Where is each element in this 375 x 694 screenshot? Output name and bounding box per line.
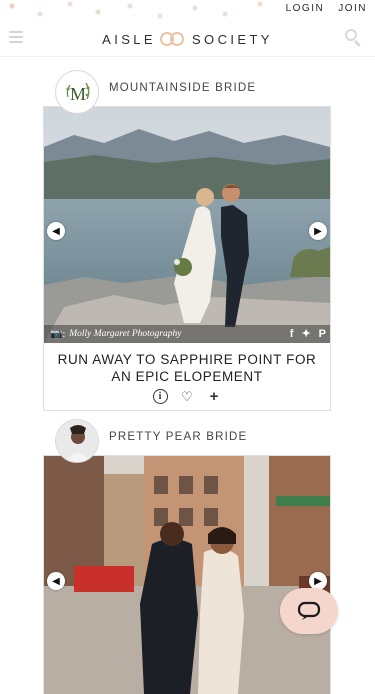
join-link[interactable]: JOIN: [338, 3, 367, 14]
login-link[interactable]: LOGIN: [286, 3, 325, 14]
vendor-name[interactable]: PRETTY PEAR BRIDE: [109, 431, 247, 443]
info-icon[interactable]: i: [152, 389, 168, 404]
rings-icon: [158, 32, 188, 46]
carousel-prev-button[interactable]: ◀: [47, 222, 65, 240]
photographer-credit[interactable]: Molly Margaret Photography: [69, 329, 181, 339]
logo-word-left: AISLE: [102, 31, 156, 47]
avatar-initials: M: [70, 84, 86, 104]
post-title[interactable]: RUN AWAY TO SAPPHIRE POINT FOR AN EPIC E…: [44, 343, 330, 385]
hamburger-icon[interactable]: [9, 31, 23, 43]
post-photo[interactable]: ◀ ▶ 📷: Molly Margaret Photography f ✦ P: [44, 107, 330, 343]
twitter-icon[interactable]: ✦: [301, 327, 310, 340]
share-links: f ✦ P: [290, 327, 326, 341]
camera-icon: 📷:: [50, 328, 66, 340]
heart-icon[interactable]: ♡: [180, 389, 195, 404]
post-card: M MOUNTAINSIDE BRIDE ◀ ▶ 📷: Molly Margar…: [43, 70, 331, 411]
post-card: PRETTY PEAR BRIDE ◀ ▶: [43, 419, 331, 694]
chat-button[interactable]: [280, 588, 338, 634]
logo-word-right: SOCIETY: [191, 31, 273, 47]
post-actions: i ♡ +: [44, 385, 330, 410]
carousel-prev-button[interactable]: ◀: [47, 572, 65, 590]
account-links: LOGIN JOIN: [286, 3, 367, 14]
chat-icon: [297, 601, 321, 620]
post-header: PRETTY PEAR BRIDE: [43, 419, 331, 463]
carousel-next-button[interactable]: ▶: [309, 222, 327, 240]
search-icon[interactable]: [345, 29, 363, 48]
vendor-avatar[interactable]: [55, 419, 99, 463]
pinterest-icon[interactable]: P: [319, 328, 326, 340]
post-card-body: ◀ ▶ 📷: Molly Margaret Photography f ✦ P …: [43, 106, 331, 411]
site-logo[interactable]: AISLE SOCIETY: [102, 32, 273, 47]
post-header: M MOUNTAINSIDE BRIDE: [43, 70, 331, 114]
facebook-icon[interactable]: f: [290, 328, 294, 340]
post-card-body: ◀ ▶: [43, 455, 331, 694]
site-header: AISLE SOCIETY: [0, 22, 375, 57]
post-photo[interactable]: ◀ ▶: [44, 456, 330, 694]
vendor-avatar[interactable]: M: [55, 70, 99, 114]
plus-icon[interactable]: +: [207, 388, 222, 405]
vendor-name[interactable]: MOUNTAINSIDE BRIDE: [109, 82, 256, 94]
photo-credit-bar: 📷: Molly Margaret Photography f ✦ P: [44, 325, 330, 343]
